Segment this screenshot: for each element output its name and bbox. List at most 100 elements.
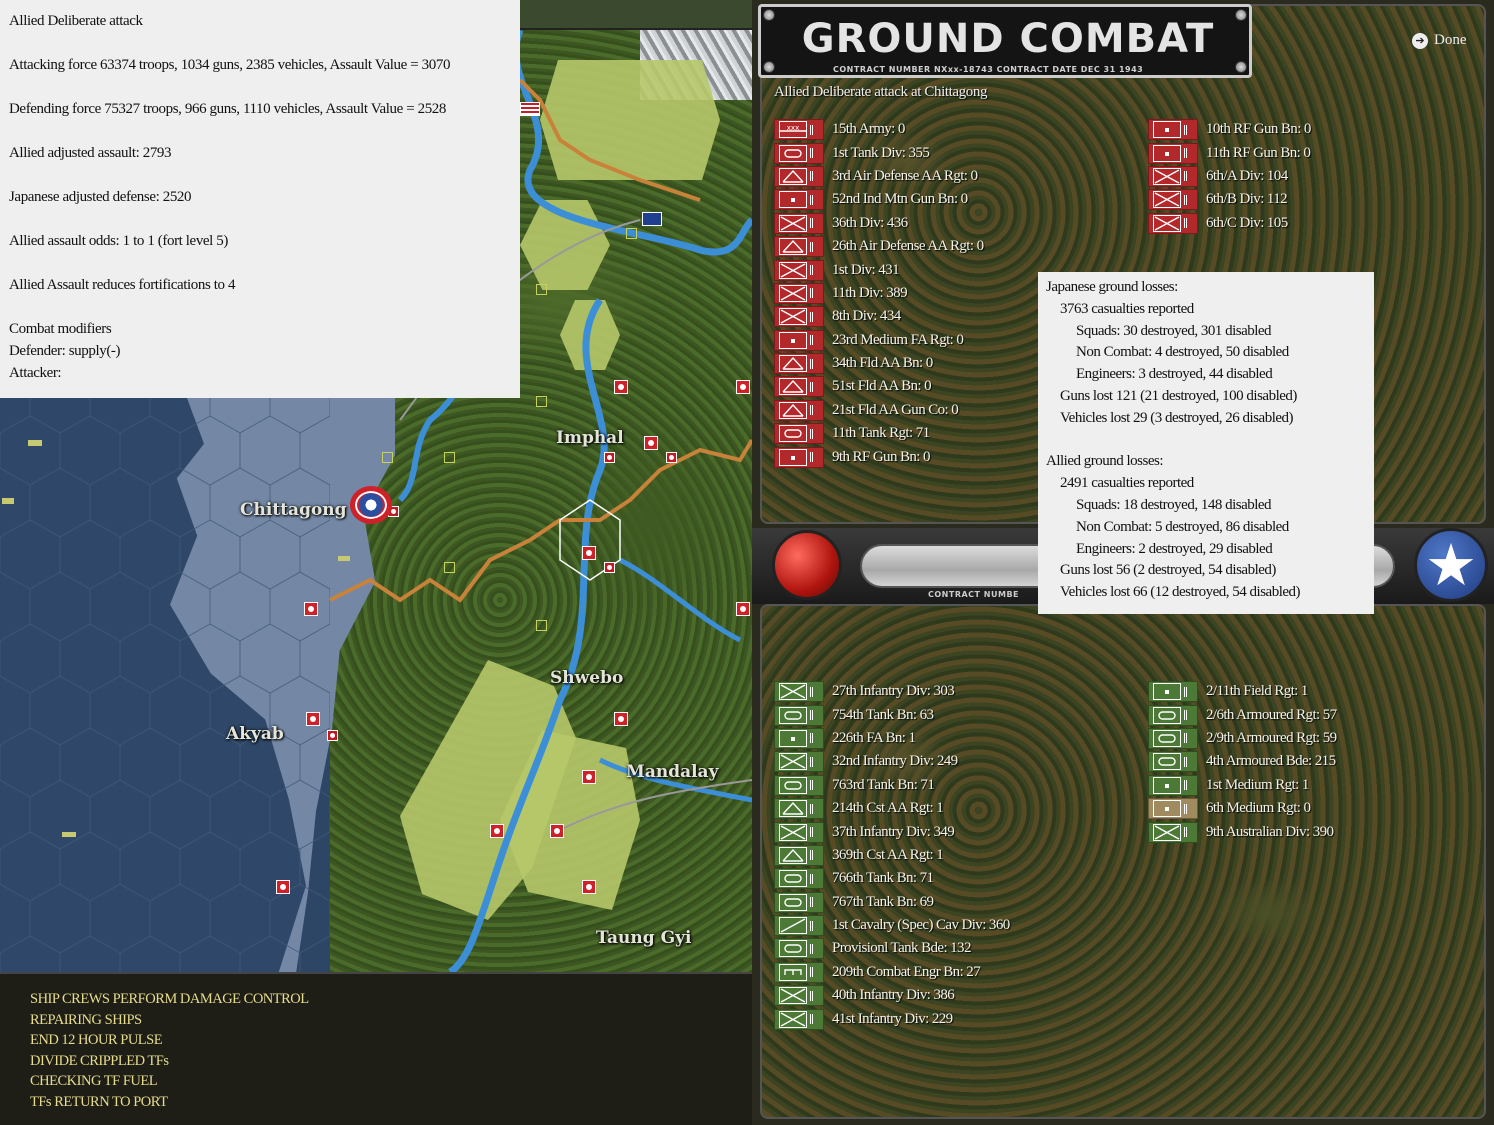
armor-unit-icon [774,142,824,164]
japanese-unit-row[interactable]: 6th/B Div: 112 [1148,188,1311,211]
japanese-unit-marker[interactable] [276,880,290,894]
ship-icon[interactable] [62,832,76,837]
japanese-unit-marker[interactable] [644,436,658,450]
japanese-unit-row[interactable]: 52nd Ind Mtn Gun Bn: 0 [774,188,983,211]
unit-name: 27th Infantry Div: 303 [832,683,955,700]
allied-unit-marker[interactable] [382,452,393,463]
ship-icon[interactable] [28,440,42,446]
japanese-unit-marker[interactable] [604,452,615,463]
unit-name: 52nd Ind Mtn Gun Bn: 0 [832,191,968,208]
allied-unit-marker[interactable] [626,228,637,239]
japanese-unit-row[interactable]: 8th Div: 434 [774,305,983,328]
target-reticle-icon[interactable] [350,486,392,524]
allied-unit-row[interactable]: 226th FA Bn: 1 [774,727,1010,750]
japanese-unit-marker[interactable] [490,824,504,838]
allied-unit-marker[interactable] [536,620,547,631]
done-button[interactable]: ➔ Done [1412,32,1467,49]
allied-unit-row[interactable]: 4th Armoured Bde: 215 [1148,750,1337,773]
report-line [9,120,511,142]
allied-units-col2: 2/11th Field Rgt: 1 2/6th Armoured Rgt: 5… [1148,680,1337,844]
allied-unit-row[interactable]: 369th Cst AA Rgt: 1 [774,844,1010,867]
japanese-unit-row[interactable]: 1st Tank Div: 355 [774,141,983,164]
japanese-unit-row[interactable]: 9th RF Gun Bn: 0 [774,445,983,468]
allied-unit-marker[interactable] [444,452,455,463]
japanese-unit-row[interactable]: 26th Air Defense AA Rgt: 0 [774,235,984,258]
us-flag-icon[interactable] [520,102,540,116]
unit-name: 36th Div: 436 [832,214,908,231]
japanese-unit-marker[interactable] [582,546,596,560]
artillery-unit-icon [1148,798,1198,820]
allied-unit-row[interactable]: 209th Combat Engr Bn: 27 [774,961,1010,984]
artillery-unit-icon [774,329,824,351]
allied-unit-row[interactable]: 27th Infantry Div: 303 [774,680,1010,703]
unit-name: 9th RF Gun Bn: 0 [832,448,931,465]
japanese-unit-row[interactable]: 51st Fld AA Bn: 0 [774,375,983,398]
allied-unit-row[interactable]: 41st Infantry Div: 229 [774,1007,1010,1030]
allied-unit-marker[interactable] [536,284,547,295]
japanese-unit-marker[interactable] [736,602,750,616]
loss-line: Squads: 30 destroyed, 301 disabled [1076,322,1272,339]
city-label: Shwebo [550,668,624,688]
japanese-unit-marker[interactable] [582,770,596,784]
allied-unit-row[interactable]: 2/11th Field Rgt: 1 [1148,680,1337,703]
japanese-unit-marker[interactable] [304,602,318,616]
japanese-unit-row[interactable]: 1st Div: 431 [774,258,983,281]
allied-unit-row[interactable]: 6th Medium Rgt: 0 [1148,797,1337,820]
japanese-unit-marker[interactable] [582,880,596,894]
japanese-unit-marker[interactable] [327,730,338,741]
city-label: Imphal [556,428,624,448]
unit-name: 40th Infantry Div: 386 [832,987,955,1004]
loss-line [1046,430,1366,452]
japanese-unit-row[interactable]: 21st Fld AA Gun Co: 0 [774,399,983,422]
japanese-unit-marker[interactable] [736,380,750,394]
ship-icon[interactable] [338,556,350,561]
japanese-unit-marker[interactable] [306,712,320,726]
allied-unit-row[interactable]: 37th Infantry Div: 349 [774,820,1010,843]
allied-unit-row[interactable]: 754th Tank Bn: 63 [774,703,1010,726]
armor-unit-icon [1148,727,1198,749]
japanese-unit-row[interactable]: 11th Div: 389 [774,282,983,305]
allied-unit-row[interactable]: 763rd Tank Bn: 71 [774,774,1010,797]
allied-unit-row[interactable]: 1st Cavalry (Spec) Cav Div: 360 [774,914,1010,937]
allied-unit-row[interactable]: 32nd Infantry Div: 249 [774,750,1010,773]
unit-name: 10th RF Gun Bn: 0 [1206,121,1311,138]
unit-name: 4th Armoured Bde: 215 [1206,753,1336,770]
japanese-unit-row[interactable]: xxx 15th Army: 0 [774,118,983,141]
japanese-unit-marker[interactable] [666,452,677,463]
city-label: Taung Gyi [596,928,692,948]
allied-unit-row[interactable]: 1st Medium Rgt: 1 [1148,774,1337,797]
japanese-unit-row[interactable]: 36th Div: 436 [774,212,983,235]
allied-unit-row[interactable]: 9th Australian Div: 390 [1148,820,1337,843]
japanese-unit-row[interactable]: 10th RF Gun Bn: 0 [1148,118,1311,141]
japanese-unit-row[interactable]: 23rd Medium FA Rgt: 0 [774,329,983,352]
ship-icon[interactable] [2,498,14,504]
japanese-unit-row[interactable]: 3rd Air Defense AA Rgt: 0 [774,165,983,188]
allied-unit-row[interactable]: 2/9th Armoured Rgt: 59 [1148,727,1337,750]
japanese-unit-marker[interactable] [604,562,615,573]
japanese-unit-row[interactable]: 34th Fld AA Bn: 0 [774,352,983,375]
armor-unit-icon [774,868,824,890]
japanese-unit-row[interactable]: 6th/A Div: 104 [1148,165,1311,188]
unit-name: 2/6th Armoured Rgt: 57 [1206,706,1337,723]
allied-unit-row[interactable]: Provisionl Tank Bde: 132 [774,937,1010,960]
japanese-unit-row[interactable]: 6th/C Div: 105 [1148,212,1311,235]
losses-report: Japanese ground losses: 3763 casualties r… [1038,272,1374,614]
infantry-unit-icon [774,821,824,843]
panel-title: GROUND COMBAT [801,16,1215,62]
allied-unit-row[interactable]: 2/6th Armoured Rgt: 57 [1148,703,1337,726]
unit-name: 1st Medium Rgt: 1 [1206,776,1309,793]
contract-line: CONTRACT NUMBER NXxx-18743 CONTRACT DATE… [833,65,1144,74]
allied-unit-marker[interactable] [536,396,547,407]
japanese-unit-marker[interactable] [550,824,564,838]
british-flag-icon[interactable] [642,212,662,226]
allied-unit-marker[interactable] [444,562,455,573]
japanese-unit-row[interactable]: 11th Tank Rgt: 71 [774,422,983,445]
report-line [9,32,511,54]
japanese-unit-marker[interactable] [614,712,628,726]
japanese-unit-row[interactable]: 11th RF Gun Bn: 0 [1148,141,1311,164]
allied-unit-row[interactable]: 767th Tank Bn: 69 [774,891,1010,914]
japanese-unit-marker[interactable] [614,380,628,394]
allied-unit-row[interactable]: 766th Tank Bn: 71 [774,867,1010,890]
allied-unit-row[interactable]: 40th Infantry Div: 386 [774,984,1010,1007]
allied-unit-row[interactable]: 214th Cst AA Rgt: 1 [774,797,1010,820]
